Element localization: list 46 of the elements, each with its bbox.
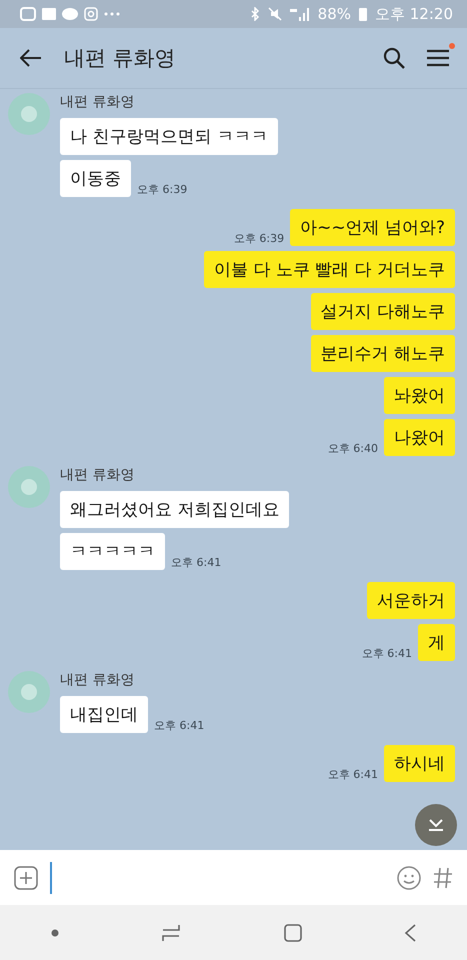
message-bubble: 분리수거 해노쿠 xyxy=(310,335,455,372)
clock: 오후 12:20 xyxy=(375,4,453,24)
message-bubble: 이불 다 노쿠 빨래 다 거더노쿠 xyxy=(204,251,455,288)
camera-icon xyxy=(84,7,98,21)
message-bubble: ㅋㅋㅋㅋㅋ xyxy=(60,533,165,570)
message-bubble: 게 xyxy=(418,624,455,661)
message-bubble: 왜그러셨어요 저희집인데요 xyxy=(60,491,290,528)
battery-percent: 88% xyxy=(318,5,351,23)
message-time: 오후 6:39 xyxy=(137,182,188,197)
sender-name: 내편 류화영 xyxy=(60,93,136,111)
recent-apps-icon[interactable] xyxy=(161,924,182,942)
back-nav-icon[interactable] xyxy=(404,924,416,942)
back-icon[interactable] xyxy=(20,49,42,67)
message-bubble: 설거지 다해노쿠 xyxy=(310,293,455,330)
sender-name: 내편 류화영 xyxy=(60,466,136,484)
bluetooth-icon xyxy=(250,7,260,21)
message-time: 오후 6:41 xyxy=(362,646,412,661)
message-bubble: 놔왔어 xyxy=(384,377,455,414)
message-time: 오후 6:41 xyxy=(154,718,204,733)
message-time: 오후 6:41 xyxy=(171,555,222,570)
add-icon[interactable] xyxy=(14,866,38,890)
app-icon xyxy=(20,7,36,21)
message-bubble: 서운하거 xyxy=(367,582,455,619)
message-time: 오후 6:40 xyxy=(328,441,378,456)
emoji-icon[interactable] xyxy=(397,866,421,890)
message-bubble: 하시네 xyxy=(384,745,455,782)
more-icon xyxy=(104,12,120,16)
dot-icon[interactable] xyxy=(51,928,60,936)
message-bubble: 이동중 xyxy=(60,160,131,197)
message-time: 오후 6:41 xyxy=(328,767,378,782)
message-bubble: 내집인데 xyxy=(60,696,148,733)
message-time: 오후 6:39 xyxy=(234,231,284,246)
home-icon[interactable] xyxy=(284,924,302,942)
mute-icon xyxy=(268,7,282,21)
message-bubble: 나 친구랑먹으면되 ㅋㅋㅋ xyxy=(60,118,278,155)
scroll-down-icon xyxy=(428,818,444,832)
message-bubble: 나왔어 xyxy=(384,419,455,456)
search-icon[interactable] xyxy=(383,47,405,69)
battery-icon xyxy=(359,7,367,21)
hashtag-icon[interactable] xyxy=(433,866,453,888)
signal-icon xyxy=(290,7,310,21)
chat-title: 내편 류화영 xyxy=(64,45,177,72)
sender-name: 내편 류화영 xyxy=(60,671,136,689)
menu-icon[interactable] xyxy=(427,49,449,67)
message-bubble: 아~~언제 넘어와? xyxy=(290,209,455,246)
scroll-down-button[interactable] xyxy=(415,804,457,846)
